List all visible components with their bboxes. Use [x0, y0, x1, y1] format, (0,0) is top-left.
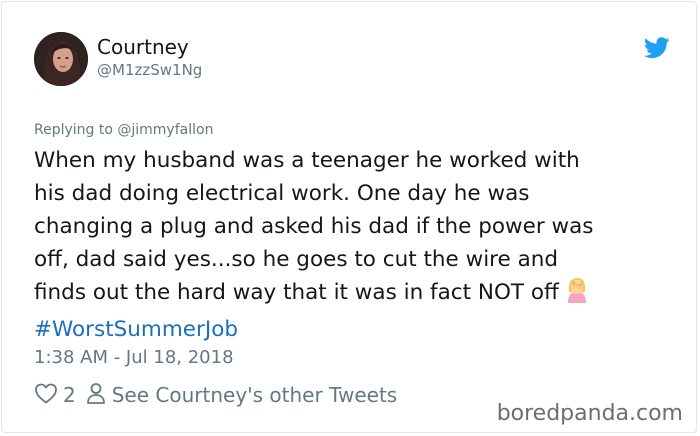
tweet-actions: 2 See Courtney's other Tweets [34, 382, 397, 408]
tweet-text-line: When my husband was a teenager he worked… [34, 148, 580, 173]
heart-icon [34, 382, 58, 409]
author-handle[interactable]: @M1zzSw1Ng [97, 60, 202, 80]
hashtag-link[interactable]: #WorstSummerJob [34, 313, 684, 346]
author-avatar[interactable] [34, 32, 88, 86]
replying-to-label[interactable]: Replying to @jimmyfallon [34, 121, 213, 139]
tweet-timestamp[interactable]: 1:38 AM - Jul 18, 2018 [34, 347, 234, 369]
see-other-tweets-link[interactable]: See Courtney's other Tweets [86, 382, 397, 409]
like-button[interactable]: 2 [34, 382, 86, 409]
see-other-tweets-label: See Courtney's other Tweets [111, 383, 398, 407]
twitter-bird-icon[interactable] [643, 37, 670, 59]
tweet-text-line: his dad doing electrical work. One day h… [34, 181, 530, 206]
author-display-name[interactable]: Courtney [97, 35, 189, 59]
tweet-text-line-last: finds out the hard way that it was in fa… [34, 276, 684, 313]
person-icon [86, 382, 106, 409]
watermark: boredpanda.com [496, 401, 683, 426]
tweet-text-line: finds out the hard way that it was in fa… [34, 280, 559, 305]
tweet-text-line: changing a plug and asked his dad if the… [34, 214, 594, 239]
tweet-body: When my husband was a teenager he worked… [34, 144, 684, 346]
tweet-card: Courtney @M1zzSw1Ng Replying to @jimmyfa… [1, 1, 697, 433]
tweet-text-line: off, dad said yes...so he goes to cut th… [34, 247, 559, 272]
facepalm-emoji-icon [565, 277, 589, 313]
like-count: 2 [63, 383, 76, 407]
